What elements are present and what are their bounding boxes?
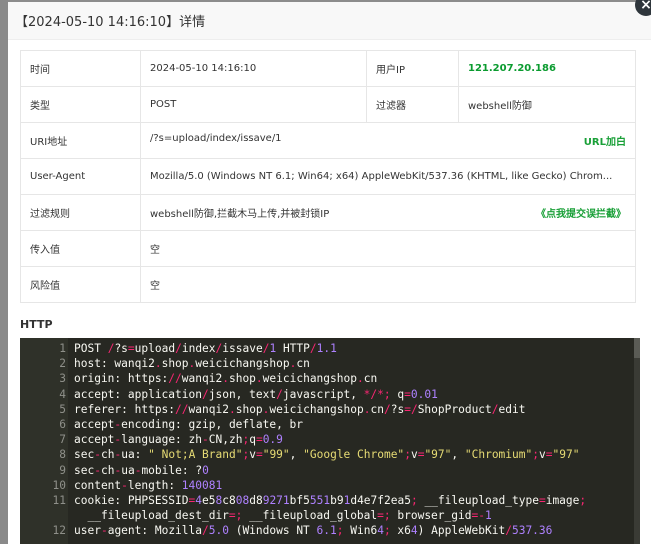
ua-value: Mozilla/5.0 (Windows NT 6.1; Win64; x64)…: [150, 171, 613, 182]
vertical-scrollbar[interactable]: [634, 338, 640, 544]
line-number: 3: [59, 372, 66, 386]
line-number: 7: [59, 433, 66, 447]
detail-table: 时间 2024-05-10 14:16:10 用户IP 121.207.20.1…: [20, 50, 636, 303]
ip-value: 121.207.20.186: [458, 50, 636, 87]
code-line-text: accept-language: zh-CN,zh;q=0.9: [74, 433, 283, 447]
code-line: 7 accept-language: zh-CN,zh;q=0.9: [20, 432, 634, 447]
table-row: URI地址 /?s=upload/index/issave/1 URL加白: [20, 122, 636, 159]
table-row: 风险值 空: [20, 266, 636, 303]
line-number: 9: [59, 463, 66, 477]
url-whitelist-link[interactable]: URL加白: [584, 133, 626, 148]
risk-label: 风险值: [20, 266, 141, 303]
ua-label: User-Agent: [20, 158, 141, 195]
input-value: 空: [140, 230, 636, 267]
code-line-text: origin: https://wanqi2.shop.weicichangsh…: [74, 372, 378, 386]
code-line: 10 content-length: 140081: [20, 478, 634, 493]
line-number: 12: [52, 524, 66, 538]
uri-label: URI地址: [20, 122, 141, 159]
http-section-title: HTTP: [20, 318, 53, 331]
line-number: 4: [59, 387, 66, 401]
http-code-editor[interactable]: 1 POST /?s=upload/index/issave/1 HTTP/1.1…: [20, 338, 640, 544]
uri-value: /?s=upload/index/issave/1: [150, 133, 282, 144]
report-false-positive-link[interactable]: 《点我提交误拦截》: [536, 205, 626, 220]
table-row: 时间 2024-05-10 14:16:10 用户IP 121.207.20.1…: [20, 50, 636, 87]
code-line-text: referer: https://wanqi2.shop.weicichangs…: [74, 402, 526, 416]
code-line-text: accept-encoding: gzip, deflate, br: [74, 418, 304, 431]
code-line: 6 accept-encoding: gzip, deflate, br: [20, 417, 634, 432]
code-line: 9 sec-ch-ua-mobile: ?0: [20, 463, 634, 478]
code-line: 8 sec-ch-ua: " Not;A Brand";v="99", "Goog…: [20, 447, 634, 462]
code-line-text: POST /?s=upload/index/issave/1 HTTP/1.1: [74, 342, 337, 355]
table-row: User-Agent Mozilla/5.0 (Windows NT 6.1; …: [20, 158, 636, 195]
rule-value: webshell防御,拦截木马上传,并被封锁IP: [150, 209, 330, 220]
code-line: 1 POST /?s=upload/index/issave/1 HTTP/1.1: [20, 341, 634, 356]
code-line-text: sec-ch-ua-mobile: ?0: [74, 463, 209, 477]
code-line-text: cookie: PHPSESSID=4e58c808d89271bf5551b9…: [74, 494, 587, 507]
code-line: 11 cookie: PHPSESSID=4e58c808d89271bf5551…: [20, 493, 634, 508]
code-line-text: accept: application/json, text/javascrip…: [74, 387, 438, 401]
code-line: 12 user-agent: Mozilla/5.0 (Windows NT 6.…: [20, 523, 634, 538]
risk-value: 空: [140, 266, 636, 303]
time-label: 时间: [20, 50, 141, 87]
filter-label: 过滤器: [366, 86, 459, 123]
line-number: 8: [59, 448, 66, 462]
line-number: 5: [59, 402, 66, 416]
code-line-text: host: wanqi2.shop.weicichangshop.cn: [74, 357, 310, 371]
code-line: 2 host: wanqi2.shop.weicichangshop.cn: [20, 356, 634, 371]
background-page: [0, 0, 8, 544]
code-line: __fileupload_dest_dir=; __fileupload_glo…: [20, 508, 634, 523]
detail-modal: 【2024-05-10 14:16:10】详情 时间 2024-05-10 14…: [8, 2, 651, 544]
type-value: POST: [140, 86, 367, 123]
ip-label: 用户IP: [366, 50, 459, 87]
line-number: 2: [59, 357, 66, 371]
modal-header: 【2024-05-10 14:16:10】详情: [8, 2, 651, 40]
time-value: 2024-05-10 14:16:10: [140, 50, 367, 87]
input-label: 传入值: [20, 230, 141, 267]
scrollbar-thumb[interactable]: [634, 338, 640, 358]
code-line: 5 referer: https://wanqi2.shop.weicichang…: [20, 402, 634, 417]
filter-value: webshell防御: [458, 86, 636, 123]
modal-title: 【2024-05-10 14:16:10】详情: [15, 15, 206, 30]
table-row: 传入值 空: [20, 230, 636, 267]
code-line-text: content-length: 140081: [74, 478, 223, 492]
rule-cell: webshell防御,拦截木马上传,并被封锁IP 《点我提交误拦截》: [140, 194, 636, 231]
code-line-text: __fileupload_dest_dir=; __fileupload_glo…: [74, 509, 492, 523]
code-line-text: user-agent: Mozilla/5.0 (Windows NT 6.1;…: [74, 524, 553, 538]
uri-cell: /?s=upload/index/issave/1 URL加白: [140, 122, 636, 159]
line-number: 10: [52, 478, 66, 492]
line-number: 1: [59, 342, 66, 355]
rule-label: 过滤规则: [20, 194, 141, 231]
table-row: 过滤规则 webshell防御,拦截木马上传,并被封锁IP 《点我提交误拦截》: [20, 194, 636, 231]
line-number: 11: [52, 494, 66, 507]
code-line: 4 accept: application/json, text/javascri…: [20, 387, 634, 402]
code-line: 3 origin: https://wanqi2.shop.weicichangs…: [20, 371, 634, 386]
type-label: 类型: [20, 86, 141, 123]
code-line-text: sec-ch-ua: " Not;A Brand";v="99", "Googl…: [74, 448, 580, 462]
line-number: 6: [59, 418, 66, 431]
table-row: 类型 POST 过滤器 webshell防御: [20, 86, 636, 123]
ua-cell: Mozilla/5.0 (Windows NT 6.1; Win64; x64)…: [140, 158, 636, 195]
